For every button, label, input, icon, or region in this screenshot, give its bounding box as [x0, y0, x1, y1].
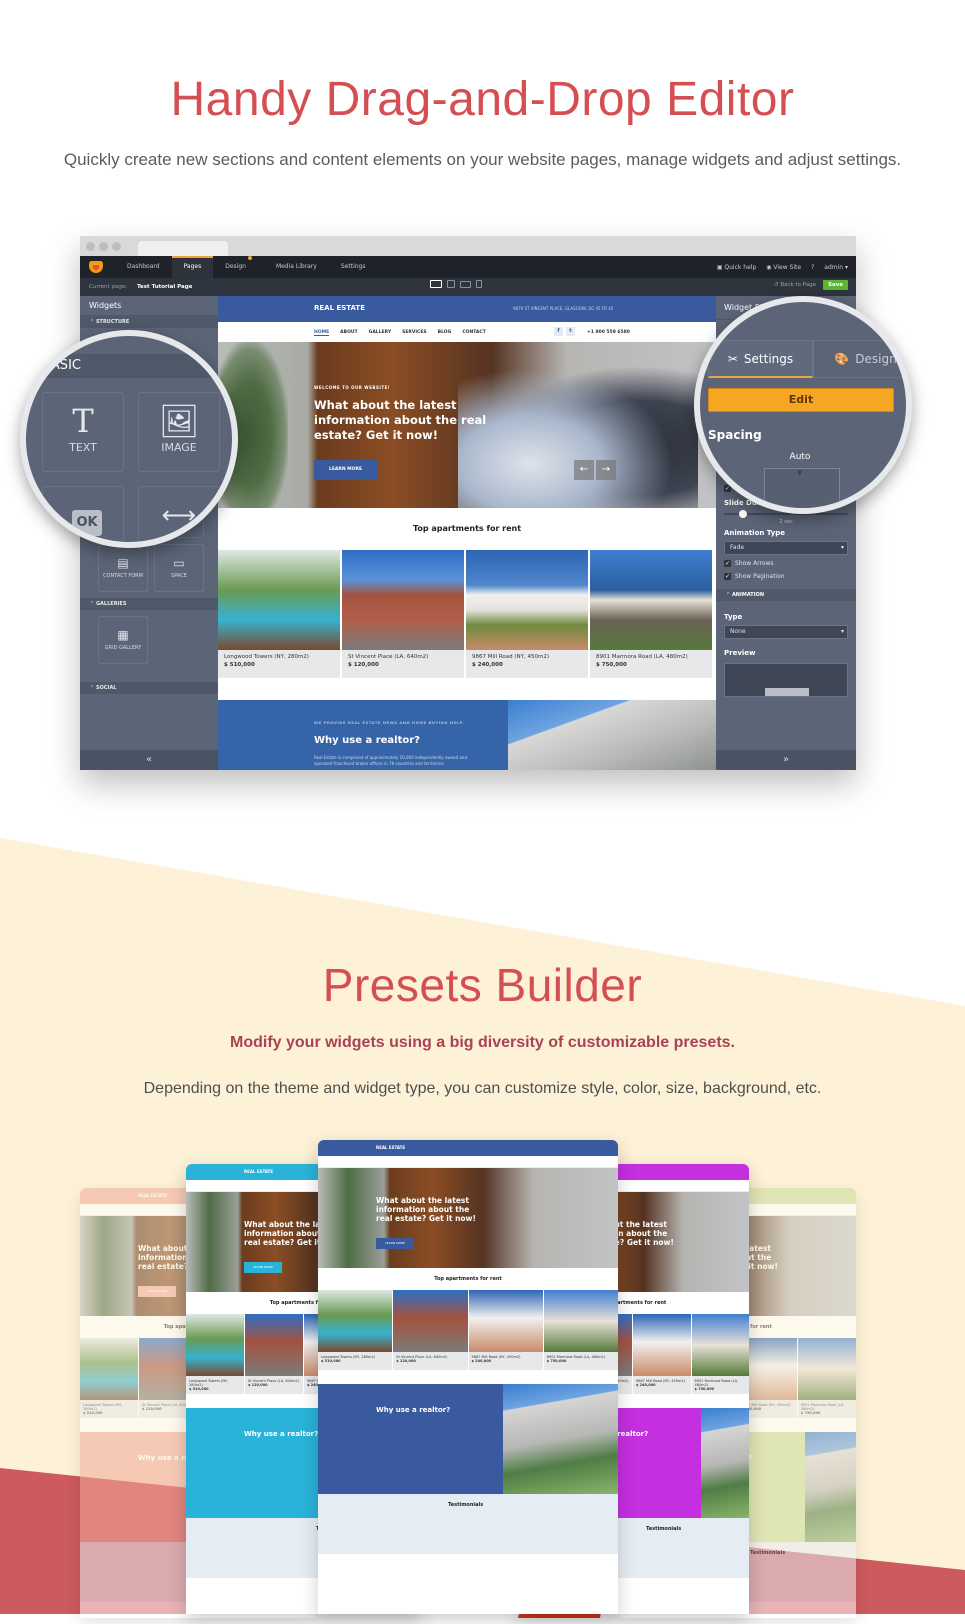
- preset-why-title: Why use a realtor?: [244, 1430, 319, 1438]
- preset-photo: [633, 1314, 691, 1376]
- preset-building-photo: [701, 1408, 749, 1518]
- preset-building-photo: [805, 1432, 856, 1542]
- preset-testimonials: Testimonials: [318, 1494, 618, 1554]
- preset-cta-button[interactable]: LEARN MORE: [244, 1262, 282, 1273]
- preset-apartment-photos: [318, 1290, 618, 1352]
- preset-cta-button[interactable]: LEARN MORE: [376, 1238, 414, 1249]
- preset-photo: [797, 1338, 856, 1400]
- preset-headline: What about the latest information about …: [376, 1196, 476, 1223]
- preset-photo: [245, 1314, 303, 1376]
- preset-apartment-captions: Longwood Towers (NY, 280m2)$ 510,000St V…: [318, 1352, 618, 1370]
- preset-caption: Longwood Towers (NY, 280m2)$ 510,000: [318, 1352, 393, 1370]
- preset-brand: REAL ESTATE: [376, 1145, 406, 1150]
- preset-caption: 9867 Mill Road (NY, 450m2)$ 240,000: [468, 1352, 543, 1370]
- preset-nav: [318, 1156, 618, 1168]
- preset-testimonials-title: Testimonials: [448, 1502, 484, 1508]
- preset-brand: REAL ESTATE: [138, 1193, 168, 1198]
- preset-photo: [691, 1314, 749, 1376]
- preset-why-title: Why use a realtor?: [376, 1406, 451, 1414]
- preset-photo: [393, 1290, 468, 1352]
- preset-caption: Longwood Towers (NY, 280m2)$ 510,000: [80, 1400, 138, 1418]
- preset-photo: [318, 1290, 393, 1352]
- preset-caption: Longwood Towers (NY, 280m2)$ 510,000: [186, 1376, 244, 1394]
- preset-brand: REAL ESTATE: [244, 1169, 274, 1174]
- preset-apartments-title: Top apartments for rent: [434, 1276, 502, 1282]
- preset-caption: 8901 Marmora Road (LA, 480m2)$ 750,000: [691, 1376, 749, 1394]
- preset-caption: St Vincent Place (LA, 640m2)$ 120,000: [393, 1352, 468, 1370]
- preset-building-photo: [503, 1384, 618, 1494]
- preset-caption: St Vincent Place (LA, 640m2)$ 120,000: [245, 1376, 303, 1394]
- preset-caption: 9867 Mill Road (NY, 450m2)$ 240,000: [633, 1376, 691, 1394]
- preset-photo: [468, 1290, 543, 1352]
- preset-photo: [186, 1314, 244, 1376]
- preset-why-section: Why use a realtor?: [318, 1384, 618, 1494]
- preset-hero: What about the latest information about …: [318, 1168, 618, 1268]
- preset-photo: [80, 1338, 138, 1400]
- preset-testimonials-title: Testimonials: [750, 1550, 786, 1556]
- preset-testimonials-title: Testimonials: [646, 1526, 682, 1532]
- preset-caption: 8901 Marmora Road (LA, 480m2)$ 750,000: [797, 1400, 856, 1418]
- preset-caption: 8901 Marmora Road (LA, 480m2)$ 750,000: [543, 1352, 618, 1370]
- preset-header: REAL ESTATE: [318, 1140, 618, 1156]
- preset-photo: [543, 1290, 618, 1352]
- preset-cta-button[interactable]: LEARN MORE: [138, 1286, 176, 1297]
- preset-card-blue[interactable]: REAL ESTATE What about the latest inform…: [318, 1140, 618, 1614]
